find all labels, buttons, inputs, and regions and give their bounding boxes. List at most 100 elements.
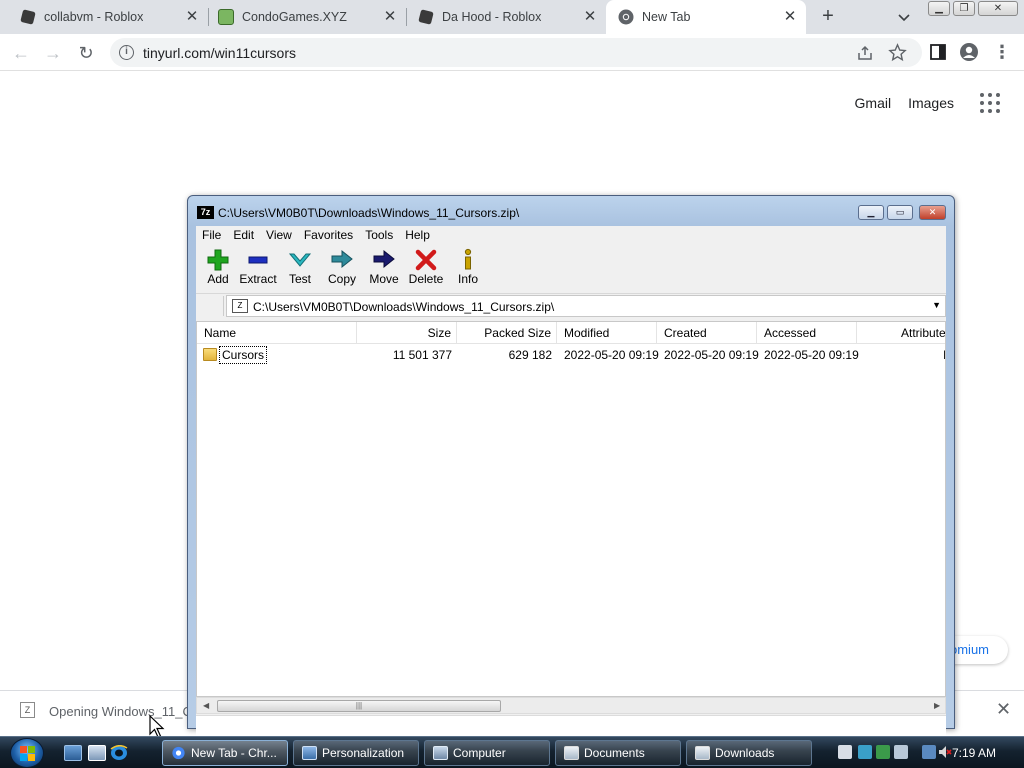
zip-file-icon: Z <box>20 702 35 718</box>
menu-help[interactable]: Help <box>399 226 436 244</box>
scrollbar-thumb[interactable]: ||| <box>217 700 501 712</box>
close-button[interactable]: ✕ <box>919 205 946 220</box>
window-client-area: File Edit View Favorites Tools Help Add … <box>196 226 946 737</box>
horizontal-scrollbar[interactable]: ◀ ||| ▶ <box>196 697 946 714</box>
show-desktop-icon[interactable] <box>64 745 82 761</box>
close-icon[interactable]: ✕ <box>582 9 598 25</box>
up-folder-button[interactable] <box>200 296 224 316</box>
ntp-links: Gmail Images <box>855 95 954 111</box>
scroll-left-arrow-icon[interactable]: ◀ <box>203 701 209 710</box>
tab-title: New Tab <box>642 10 691 24</box>
close-button[interactable]: ✕ <box>978 1 1018 16</box>
gmail-link[interactable]: Gmail <box>855 95 892 111</box>
menu-file[interactable]: File <box>196 226 227 244</box>
tray-app-icon[interactable] <box>894 745 908 759</box>
internet-explorer-icon[interactable] <box>110 745 128 761</box>
scroll-right-arrow-icon[interactable]: ▶ <box>934 701 940 710</box>
tab-collabvm-roblox[interactable]: collabvm - Roblox ✕ <box>0 0 208 34</box>
computer-icon <box>433 746 448 760</box>
chevron-down-icon[interactable] <box>895 8 913 26</box>
chrome-icon <box>172 746 185 760</box>
delete-button[interactable]: Delete <box>404 248 448 292</box>
switch-windows-icon[interactable] <box>88 745 106 761</box>
taskbar: New Tab - Chr... Personalization Compute… <box>0 736 1024 768</box>
table-row[interactable]: Cursors 11 501 377 629 182 2022-05-20 09… <box>197 346 945 364</box>
minimize-button[interactable]: ▁ <box>928 1 950 16</box>
taskbar-button-documents[interactable]: Documents <box>555 740 681 766</box>
tray-app-icon[interactable] <box>838 745 852 759</box>
menu-kebab-icon[interactable]: ⋮ <box>992 42 1012 62</box>
clock[interactable]: 7:19 AM <box>952 746 996 760</box>
tab-condogames[interactable]: CondoGames.XYZ ✕ <box>198 0 406 34</box>
address-row: Z C:\Users\VM0B0T\Downloads\Windows_11_C… <box>196 294 946 318</box>
tab-da-hood-roblox[interactable]: Da Hood - Roblox ✕ <box>398 0 606 34</box>
column-header-size[interactable]: Size <box>357 322 457 344</box>
info-icon <box>464 248 472 270</box>
browser-tab-strip: collabvm - Roblox ✕ CondoGames.XYZ ✕ Da … <box>0 0 1024 34</box>
volume-muted-icon[interactable] <box>938 745 952 759</box>
chrome-icon <box>618 9 634 25</box>
column-header-attributes[interactable]: Attribute <box>857 322 945 344</box>
reload-button[interactable]: ↻ <box>75 42 97 64</box>
toolbar: Add Extract Test Copy Move Delete Info <box>196 244 946 294</box>
tab-new-tab[interactable]: New Tab ✕ <box>606 0 806 34</box>
add-button[interactable]: Add <box>196 248 240 292</box>
tray-app-icon[interactable] <box>876 745 890 759</box>
taskbar-button-personalization[interactable]: Personalization <box>293 740 419 766</box>
test-button[interactable]: Test <box>278 248 322 292</box>
images-link[interactable]: Images <box>908 95 954 111</box>
tab-title: Da Hood - Roblox <box>442 10 542 24</box>
address-bar[interactable]: i tinyurl.com/win11cursors <box>110 38 922 67</box>
minus-icon <box>248 256 268 264</box>
move-button[interactable]: Move <box>362 248 406 292</box>
download-item-text[interactable]: Opening Windows_11_C <box>49 704 192 719</box>
menu-tools[interactable]: Tools <box>359 226 399 244</box>
column-header-modified[interactable]: Modified <box>557 322 657 344</box>
file-packed-size: 629 182 <box>508 348 552 362</box>
7zip-window: 7z C:\Users\VM0B0T\Downloads\Windows_11_… <box>187 195 955 737</box>
column-header-created[interactable]: Created <box>657 322 757 344</box>
green-heart-icon <box>218 9 234 25</box>
network-icon[interactable] <box>922 745 936 759</box>
copy-button[interactable]: Copy <box>320 248 364 292</box>
apps-grid-icon[interactable] <box>980 93 1000 113</box>
close-icon[interactable]: ✕ <box>782 9 798 25</box>
taskbar-button-downloads[interactable]: Downloads <box>686 740 812 766</box>
extract-button[interactable]: Extract <box>236 248 280 292</box>
close-icon[interactable]: ✕ <box>996 699 1011 720</box>
tab-title: CondoGames.XYZ <box>242 10 347 24</box>
info-icon[interactable]: i <box>119 45 134 60</box>
path-text: C:\Users\VM0B0T\Downloads\Windows_11_Cur… <box>253 300 555 314</box>
new-tab-button[interactable]: + <box>817 6 839 28</box>
info-button[interactable]: Info <box>446 248 490 292</box>
minimize-button[interactable]: ▁ <box>858 205 884 220</box>
maximize-button[interactable]: ▭ <box>887 205 913 220</box>
share-icon[interactable] <box>856 44 874 62</box>
tray-app-icon[interactable] <box>858 745 872 759</box>
close-icon[interactable]: ✕ <box>382 9 398 25</box>
column-header-packed-size[interactable]: Packed Size <box>457 322 557 344</box>
arrow-right-icon <box>373 249 395 269</box>
file-accessed: 2022-05-20 09:19 <box>764 348 859 362</box>
roblox-icon <box>418 9 434 25</box>
back-button[interactable]: ← <box>10 42 32 64</box>
column-header-name[interactable]: Name <box>197 322 357 344</box>
path-combobox[interactable]: Z C:\Users\VM0B0T\Downloads\Windows_11_C… <box>226 295 946 317</box>
restore-button[interactable]: ❐ <box>953 1 975 16</box>
file-name[interactable]: Cursors <box>219 346 268 364</box>
forward-button[interactable]: → <box>42 42 64 64</box>
window-titlebar[interactable]: 7z C:\Users\VM0B0T\Downloads\Windows_11_… <box>188 196 954 226</box>
menu-edit[interactable]: Edit <box>227 226 260 244</box>
profile-avatar-icon[interactable] <box>959 42 979 62</box>
taskbar-button-computer[interactable]: Computer <box>424 740 550 766</box>
taskbar-button-chrome[interactable]: New Tab - Chr... <box>162 740 288 766</box>
plus-icon <box>207 249 229 271</box>
menu-favorites[interactable]: Favorites <box>298 226 359 244</box>
double-arrow-icon <box>331 249 353 269</box>
star-icon[interactable] <box>888 43 907 62</box>
start-button[interactable] <box>10 738 44 768</box>
column-header-accessed[interactable]: Accessed <box>757 322 857 344</box>
side-panel-icon[interactable] <box>928 42 948 62</box>
menu-view[interactable]: View <box>260 226 298 244</box>
dropdown-arrow-icon[interactable]: ▼ <box>932 300 941 310</box>
